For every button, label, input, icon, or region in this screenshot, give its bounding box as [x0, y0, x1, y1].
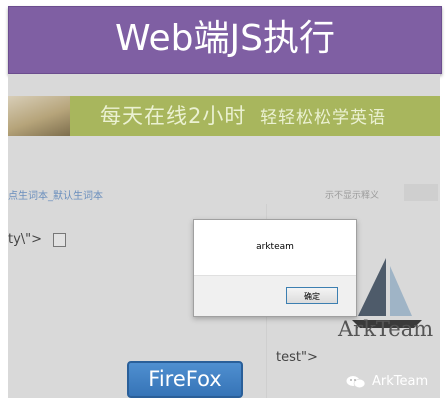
logo-text: ArkTeam — [338, 317, 434, 341]
display-hint: 示不显示释义 — [325, 191, 380, 201]
ad-text-small: 轻轻松松学英语 — [260, 108, 387, 128]
vocabulary-link[interactable]: 点生词本_默认生词本 — [8, 187, 103, 202]
ad-banner[interactable]: 每天在线2小时 轻轻松松学英语 — [8, 96, 440, 136]
dialog-footer: 确定 — [194, 275, 356, 316]
hint-toggle[interactable] — [404, 184, 438, 201]
title-banner: Web端JS执行 — [8, 6, 442, 74]
ad-text: 每天在线2小时 轻轻松松学英语 — [100, 102, 386, 132]
ad-text-main: 每天在线2小时 — [100, 104, 247, 128]
ok-button[interactable]: 确定 — [286, 287, 338, 304]
watermark-text: ArkTeam — [372, 374, 429, 389]
browser-screenshot: 每天在线2小时 轻轻松松学英语 点生词本_默认生词本 示不显示释义 ty\"> … — [8, 74, 440, 398]
injected-code-fragment: ty\"> — [8, 232, 43, 247]
broken-image-box — [53, 233, 66, 247]
firefox-badge: FireFox — [127, 361, 243, 398]
alert-message: arkteam — [256, 242, 294, 252]
alert-dialog: arkteam 确定 — [193, 219, 357, 317]
ad-photo — [8, 96, 70, 136]
title-text: Web端JS执行 — [115, 18, 335, 59]
wechat-icon — [346, 376, 366, 389]
injected-code-fragment-2: test"> — [276, 350, 318, 365]
